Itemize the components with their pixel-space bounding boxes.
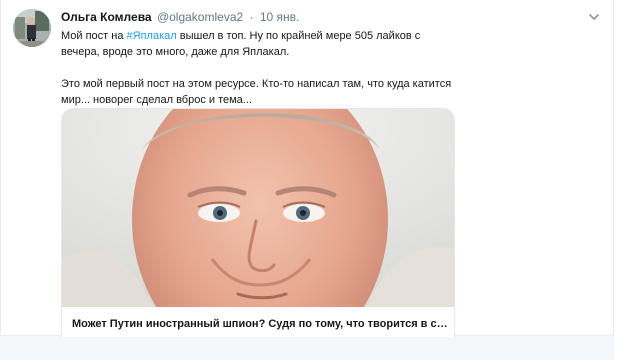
author-handle[interactable]: @olgakomleva2 [157, 10, 243, 24]
timeline-left-border [0, 0, 1, 335]
avatar[interactable] [13, 9, 51, 47]
hashtag-link[interactable]: #Яплакал [127, 30, 177, 42]
timeline-right-border [613, 0, 614, 360]
timeline-gap [0, 336, 614, 360]
link-preview-card[interactable]: Может Путин иностранный шпион? Судя по т… [61, 108, 455, 337]
author-name[interactable]: Ольга Комлева [61, 10, 152, 24]
chevron-down-icon[interactable] [588, 12, 600, 22]
tweet-paragraph-1: Мой пост на #Яплакал вышел в топ. Ну по … [61, 28, 461, 60]
card-title[interactable]: Может Путин иностранный шпион? Судя по т… [72, 317, 448, 331]
card-image[interactable] [62, 109, 454, 307]
tweet-paragraph-2: Это мой первый пост на этом ресурсе. Кто… [61, 78, 452, 106]
tweet-text-start: Мой пост на [61, 30, 127, 42]
tweet-header: Ольга Комлева @olgakomleva2 · 10 янв. [61, 10, 299, 24]
tweet-text: Мой пост на #Яплакал вышел в топ. Ну по … [61, 28, 461, 108]
tweet-timestamp[interactable]: 10 янв. [260, 10, 300, 24]
header-separator: · [249, 10, 254, 24]
